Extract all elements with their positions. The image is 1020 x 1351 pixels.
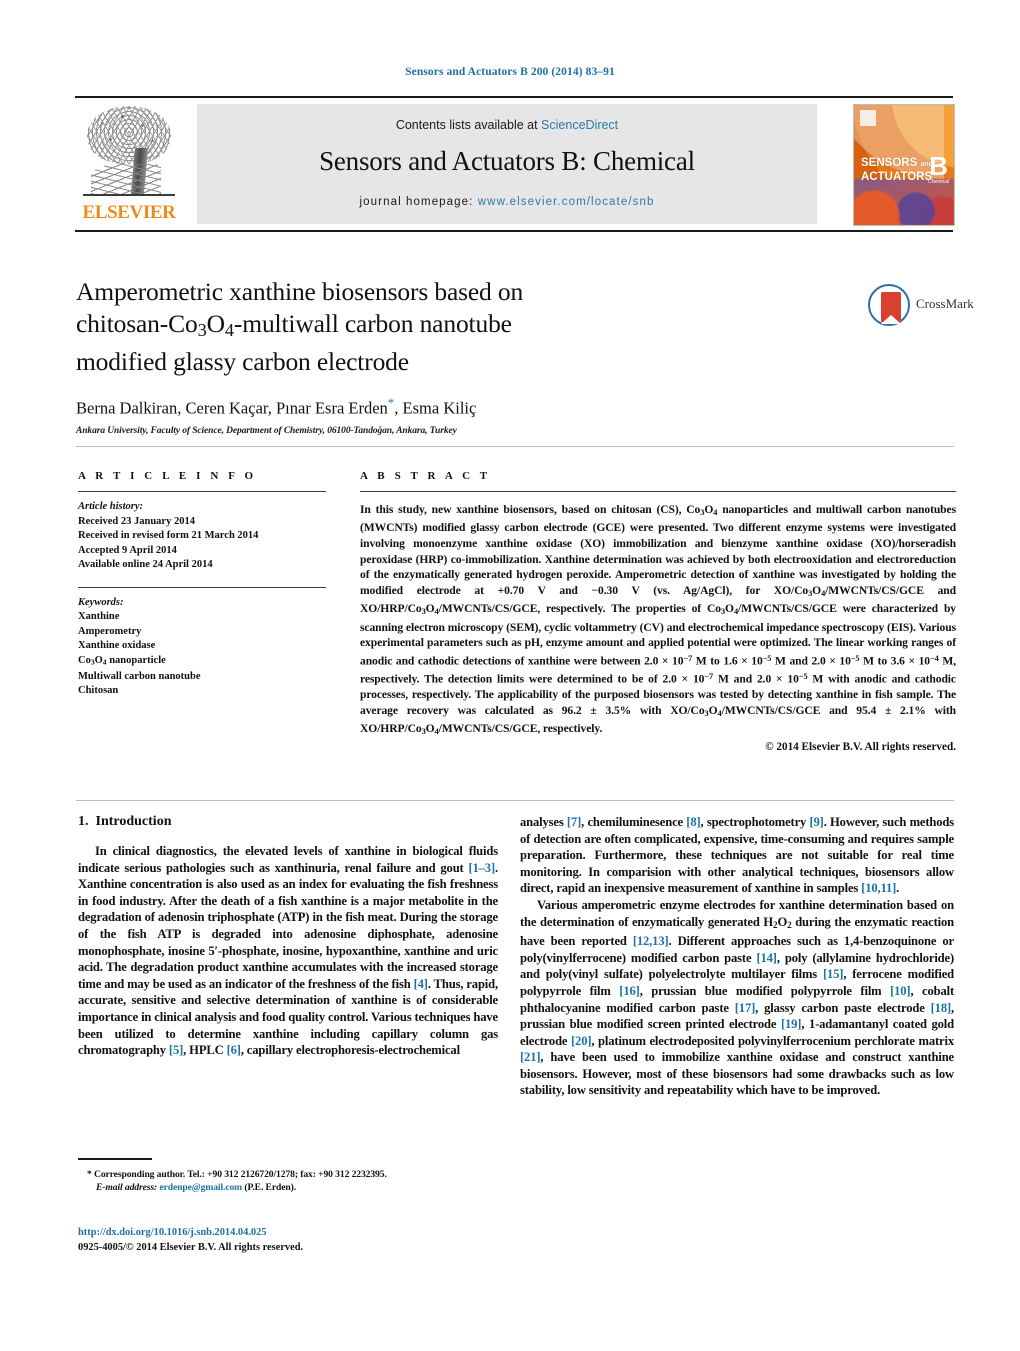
citation-ref[interactable]: [12,13] [633, 934, 669, 948]
citation-ref[interactable]: [21] [520, 1050, 541, 1064]
article-history: Article history: Received 23 January 201… [78, 500, 326, 573]
cover-elsevier-icon [860, 110, 876, 126]
citation-ref[interactable]: [8] [686, 815, 700, 829]
doi-link[interactable]: http://dx.doi.org/10.1016/j.snb.2014.04.… [78, 1225, 548, 1240]
authors-names-tail: , Esma Kiliç [394, 398, 477, 418]
citation-ref[interactable]: [15] [823, 967, 844, 981]
citation-ref[interactable]: [4] [414, 977, 428, 991]
title-sub-4: 4 [224, 320, 234, 341]
title-line-1: Amperometric xanthine biosensors based o… [76, 277, 524, 306]
history-item: Received in revised form 21 March 2014 [78, 530, 259, 541]
homepage-prefix: journal homepage: [359, 196, 478, 208]
title-line-2c: -multiwall carbon nanotube [233, 309, 512, 338]
cover-title-line1: SENSORS [861, 157, 918, 169]
history-item: Received 23 January 2014 [78, 515, 195, 527]
paper-page: Sensors and Actuators B 200 (2014) 83–91… [0, 0, 1020, 1351]
affiliation: Ankara University, Faculty of Science, D… [76, 425, 457, 436]
issn-copyright-line: 0925-4005/© 2014 Elsevier B.V. All right… [78, 1242, 304, 1253]
crossmark-icon [868, 284, 910, 326]
elsevier-logo: ELSEVIER [75, 100, 183, 228]
contents-line: Contents lists available at ScienceDirec… [197, 118, 817, 132]
citation-ref[interactable]: [6] [227, 1043, 241, 1057]
section-number: 1. [78, 814, 89, 829]
citation-ref[interactable]: [10,11] [861, 881, 896, 895]
cover-title: SENSORS and ACTUATORS [861, 157, 933, 184]
citation-ref[interactable]: [20] [571, 1034, 592, 1048]
sciencedirect-link[interactable]: ScienceDirect [541, 118, 618, 132]
keyword-item: Amperometry [78, 625, 142, 637]
footnote-rule [78, 1158, 152, 1160]
running-head: Sensors and Actuators B 200 (2014) 83–91 [405, 66, 615, 78]
email-link[interactable]: erdenpe@gmail.com [159, 1182, 242, 1193]
title-block: Amperometric xanthine biosensors based o… [76, 276, 836, 436]
citation-ref[interactable]: [7] [567, 815, 581, 829]
journal-masthead: ELSEVIER Contents lists available at Sci… [75, 96, 955, 232]
elsevier-wordmark: ELSEVIER [82, 202, 176, 223]
email-label: E-mail address: [96, 1182, 158, 1194]
paragraph: In clinical diagnostics, the elevated le… [78, 844, 499, 1058]
keyword-item: Xanthine [78, 611, 120, 622]
masthead-band: Contents lists available at ScienceDirec… [197, 104, 817, 224]
body-column-left: 1. Introduction In clinical diagnostics, … [78, 814, 498, 1059]
citation-ref[interactable]: [10] [890, 984, 911, 998]
abstract-rule [360, 491, 956, 492]
footnote-text: * Corresponding author. Tel.: +90 312 21… [78, 1168, 498, 1195]
citation-ref[interactable]: [5] [169, 1043, 183, 1057]
abstract-copyright: © 2014 Elsevier B.V. All rights reserved… [765, 741, 956, 754]
citation-ref[interactable]: [17] [735, 1001, 756, 1015]
citation-ref[interactable]: [14] [756, 951, 777, 965]
divider-bottom [76, 800, 954, 801]
article-info-rule [78, 491, 326, 492]
section-title: Introduction [95, 814, 172, 829]
email-owner: (P.E. Erden). [244, 1182, 297, 1194]
title-line-3: modified glassy carbon electrode [76, 347, 409, 377]
citation-ref[interactable]: [18] [931, 1001, 952, 1015]
elsevier-tree-icon [81, 104, 177, 200]
title-line-2a: chitosan-Co [76, 309, 198, 338]
crossmark-label: CrossMark [916, 296, 974, 311]
abstract-text: In this study, new xanthine biosensors, … [360, 503, 956, 736]
citation-ref[interactable]: [1–3] [468, 861, 495, 875]
history-item: Accepted 9 April 2014 [78, 544, 177, 556]
keyword-item: Xanthine oxidase [78, 640, 156, 651]
journal-homepage-line: journal homepage: www.elsevier.com/locat… [197, 196, 817, 208]
article-info-heading: A R T I C L E I N F O [78, 470, 257, 482]
history-item: Available online 24 April 2014 [78, 559, 213, 570]
cover-title-line2: ACTUATORS [861, 171, 933, 183]
author-list: Berna Dalkiran, Ceren Kaçar, Pınar Esra … [76, 395, 836, 419]
footnote-contact: Corresponding author. Tel.: +90 312 2126… [94, 1168, 387, 1180]
citation-ref[interactable]: [16] [619, 984, 640, 998]
article-info-column: A R T I C L E I N F O Article history: R… [78, 470, 326, 699]
section-heading-introduction: 1. Introduction [78, 814, 498, 830]
keyword-item: Chitosan [78, 685, 119, 697]
paragraph: Various amperometric enzyme electrodes f… [520, 897, 955, 1098]
footnote-marker: * [87, 1168, 92, 1180]
journal-title: Sensors and Actuators B: Chemical [319, 146, 695, 176]
contents-prefix: Contents lists available at [395, 118, 542, 132]
corresponding-author-footnote: * Corresponding author. Tel.: +90 312 21… [78, 1158, 498, 1195]
keywords-rule [78, 586, 326, 588]
title-sub-3: 3 [197, 320, 207, 341]
authors-names: Berna Dalkiran, Ceren Kaçar, Pınar Esra … [76, 398, 388, 418]
article-history-label: Article history: [78, 501, 144, 512]
crossmark-badge[interactable]: CrossMark [868, 284, 974, 330]
footer-doi-block: http://dx.doi.org/10.1016/j.snb.2014.04.… [78, 1225, 548, 1255]
paragraph: analyses [7], chemiluminesence [8], spec… [520, 815, 955, 896]
cover-letter-b: B [929, 151, 948, 181]
keyword-item: Co3O4 nanoparticle [78, 654, 166, 667]
abstract-heading: A B S T R A C T [360, 470, 491, 482]
page-title: Amperometric xanthine biosensors based o… [76, 276, 836, 378]
title-line-2b: O [206, 309, 225, 338]
journal-cover-thumbnail: SENSORS and ACTUATORS B Chemical [853, 104, 955, 226]
divider-top [76, 446, 954, 447]
citation-ref[interactable]: [19] [781, 1017, 802, 1031]
keywords-label: Keywords: [78, 596, 124, 608]
abstract-column: A B S T R A C T In this study, new xanth… [360, 470, 956, 753]
cover-letter-sub: Chemical [928, 179, 949, 185]
body-column-right: analyses [7], chemiluminesence [8], spec… [520, 814, 954, 1099]
citation-ref[interactable]: [9] [809, 815, 823, 829]
keywords-list: Keywords: Xanthine Amperometry Xanthine … [78, 596, 326, 699]
journal-homepage-link[interactable]: www.elsevier.com/locate/snb [478, 196, 655, 208]
keyword-item: Multiwall carbon nanotube [78, 670, 201, 682]
